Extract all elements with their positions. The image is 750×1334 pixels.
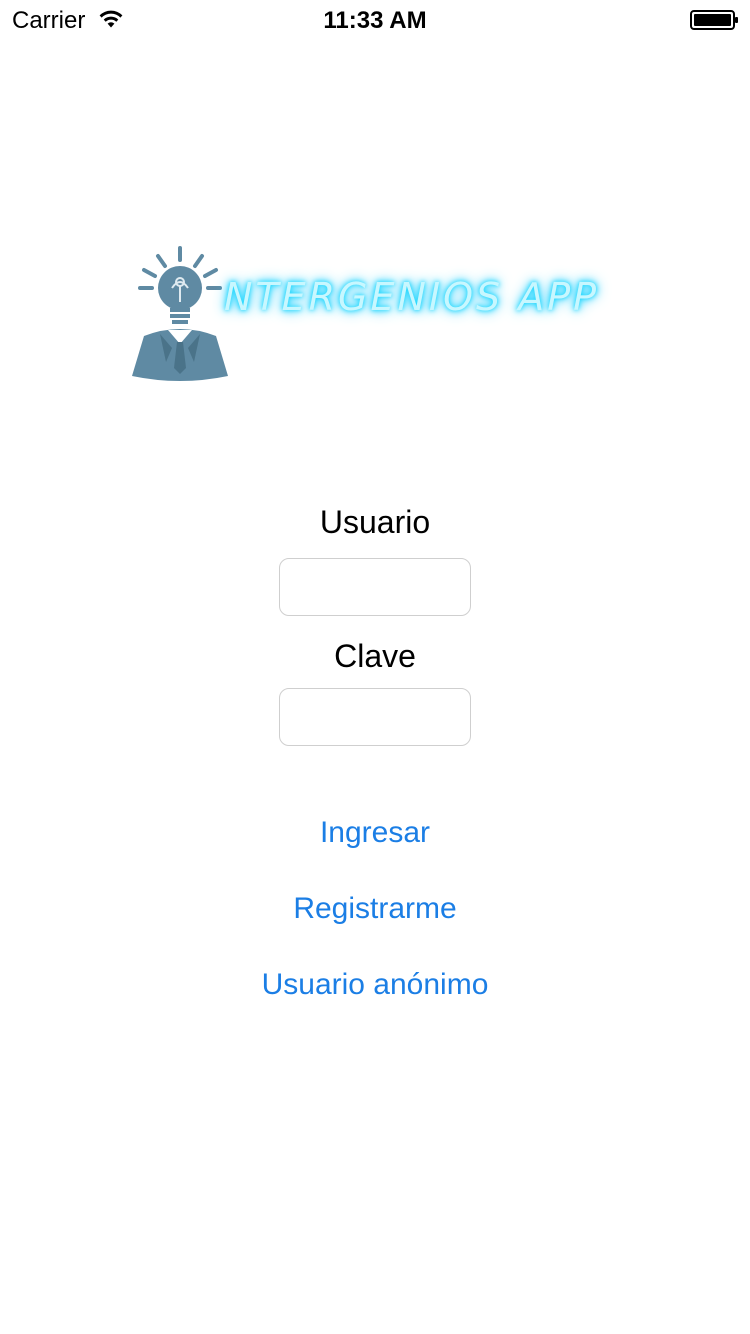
anonymous-user-button[interactable]: Usuario anónimo — [0, 967, 750, 1003]
app-logo: NTERGENIOS APP — [130, 244, 620, 386]
logo-text: NTERGENIOS APP — [224, 275, 600, 319]
username-input[interactable] — [279, 558, 471, 616]
lightbulb-head-person-icon — [132, 246, 228, 381]
username-label: Usuario — [319, 504, 431, 540]
login-button[interactable]: Ingresar — [0, 815, 750, 851]
battery-icon — [690, 10, 738, 30]
status-bar: Carrier 11:33 AM — [0, 0, 750, 40]
password-input[interactable] — [279, 688, 471, 746]
clock: 11:33 AM — [323, 7, 427, 34]
password-label: Clave — [334, 638, 416, 674]
register-button[interactable]: Registrarme — [0, 891, 750, 927]
